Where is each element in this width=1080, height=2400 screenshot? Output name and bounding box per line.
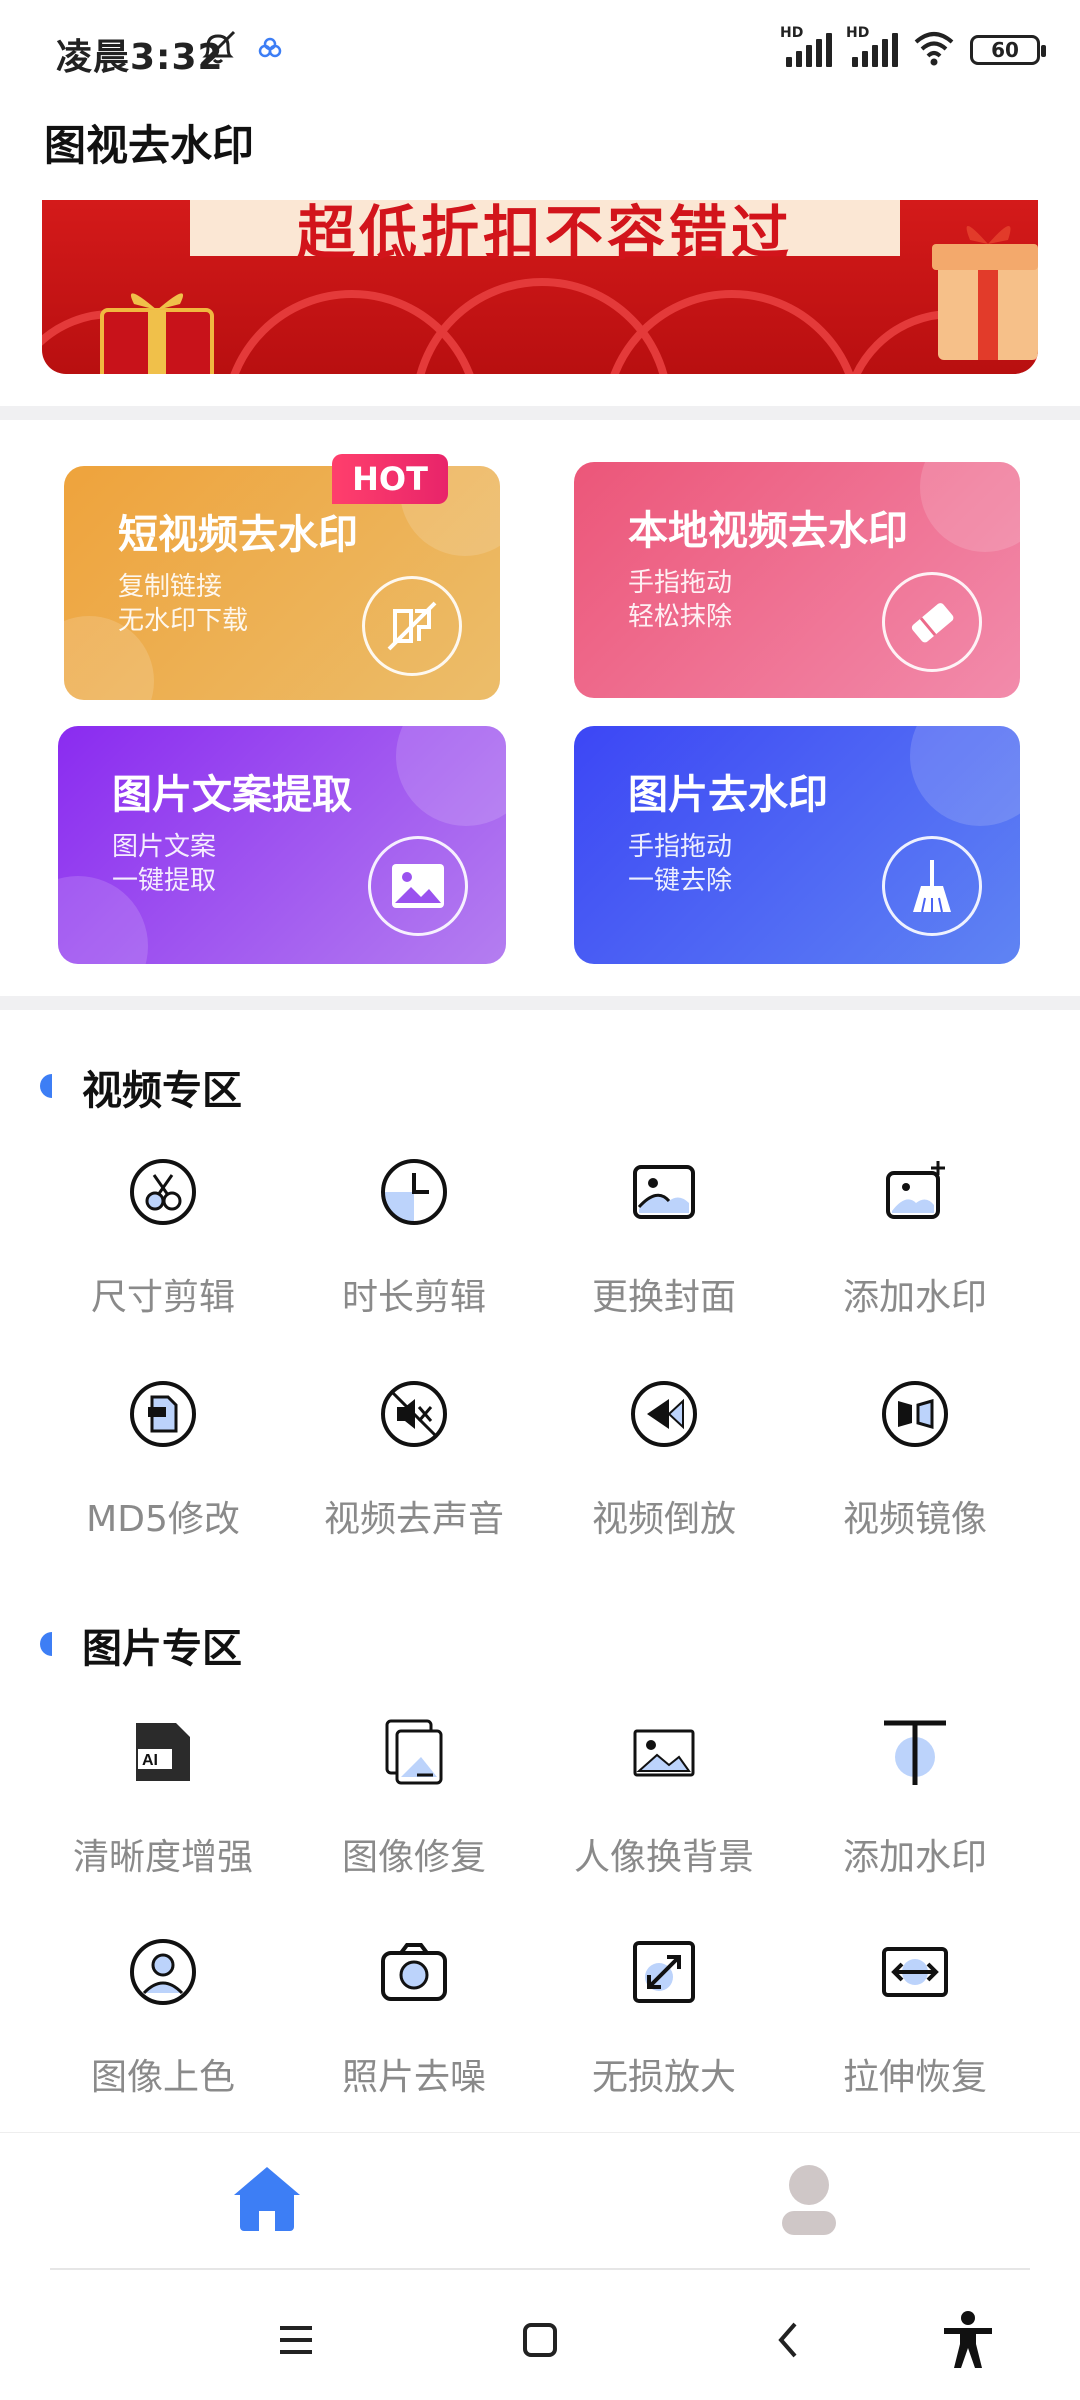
card-desc-line1: 图片文案 (112, 832, 217, 862)
user-icon[interactable] (774, 2163, 844, 2241)
cover-icon (628, 1156, 700, 1228)
gift-right-icon (918, 200, 1038, 374)
card-title: 图片文案提取 (112, 772, 352, 818)
signal-2-icon: HD (846, 25, 898, 67)
tool-duration-edit[interactable]: 时长剪辑 (289, 1156, 539, 1320)
battery-indicator: 60 (970, 35, 1046, 65)
card-desc-line2: 一键提取 (112, 866, 217, 896)
tool-label: MD5修改 (86, 1499, 240, 1540)
text-watermark-icon (879, 1716, 951, 1788)
image-icon (368, 836, 468, 936)
gift-left-icon (82, 270, 232, 374)
mute-icon (378, 1378, 450, 1450)
tool-clarity-enhance[interactable]: AI 清晰度增强 (38, 1716, 288, 1880)
status-bar: 凌晨3:32 HD HD 60 (0, 0, 1080, 100)
card-desc-line2: 一键去除 (628, 866, 733, 896)
system-navigation-bar (0, 2280, 1080, 2400)
tool-add-watermark-image[interactable]: 添加水印 (790, 1716, 1040, 1880)
card-title: 图片去水印 (628, 772, 828, 818)
clock-icon (378, 1156, 450, 1228)
eraser-icon (882, 572, 982, 672)
hot-badge: HOT (332, 454, 448, 504)
wifi-icon (912, 30, 956, 70)
tool-change-cover[interactable]: 更换封面 (539, 1156, 789, 1320)
tool-label: 照片去噪 (341, 2057, 486, 2098)
card-desc-line2: 无水印下载 (118, 606, 249, 636)
promo-banner[interactable]: 超低折扣不容错过 (42, 200, 1038, 374)
colorize-icon (127, 1936, 199, 2008)
menu-icon[interactable] (266, 2310, 326, 2370)
tool-md5-modify[interactable]: MD5修改 (38, 1378, 288, 1542)
stretch-icon (879, 1936, 951, 2008)
tool-label: 无损放大 (591, 2057, 736, 2098)
tool-add-watermark-video[interactable]: 添加水印 (790, 1156, 1040, 1320)
tool-label: 图像上色 (90, 2057, 235, 2098)
tool-label: 视频倒放 (591, 1499, 736, 1540)
card-desc-line1: 手指拖动 (628, 568, 733, 598)
background-icon (628, 1716, 700, 1788)
card-title: 短视频去水印 (118, 512, 358, 558)
banner-text: 超低折扣不容错过 (296, 200, 793, 267)
card-image-text-extract[interactable]: 图片文案提取 图片文案 一键提取 (58, 726, 506, 964)
tool-label: 拉伸恢复 (842, 2057, 987, 2098)
tool-label: 清晰度增强 (72, 1837, 253, 1878)
repair-icon (378, 1716, 450, 1788)
page-title: 图视去水印 (44, 121, 255, 170)
tool-label: 添加水印 (842, 1837, 987, 1878)
ai-icon: AI (127, 1716, 199, 1788)
md5-icon (127, 1378, 199, 1450)
card-image-watermark[interactable]: 图片去水印 手指拖动 一键去除 (574, 726, 1020, 964)
tool-size-edit[interactable]: 尺寸剪辑 (38, 1156, 288, 1320)
tool-label: 时长剪辑 (341, 1277, 486, 1318)
add-image-icon (879, 1156, 951, 1228)
back-icon[interactable] (758, 2310, 818, 2370)
tool-image-colorize[interactable]: 图像上色 (38, 1936, 288, 2100)
card-desc-line2: 轻松抹除 (628, 602, 733, 632)
tool-mirror-video[interactable]: 视频镜像 (790, 1378, 1040, 1542)
broom-icon (882, 836, 982, 936)
svg-text:AI: AI (142, 1752, 158, 1769)
tool-photo-denoise[interactable]: 照片去噪 (289, 1936, 539, 2100)
tool-reverse-video[interactable]: 视频倒放 (539, 1378, 789, 1542)
camera-icon (378, 1936, 450, 2008)
accessibility-icon[interactable] (938, 2310, 998, 2370)
tool-label: 图像修复 (341, 1837, 486, 1878)
tool-lossless-enlarge[interactable]: 无损放大 (539, 1936, 789, 2100)
home-square-icon[interactable] (510, 2310, 570, 2370)
no-watermark-icon (362, 576, 462, 676)
home-icon[interactable] (230, 2161, 304, 2239)
card-desc-line1: 复制链接 (118, 572, 223, 602)
app-screen: 凌晨3:32 HD HD 60 图视去水印 超低折扣不容错过 短视频去水印 复制… (0, 0, 1080, 2400)
tool-portrait-background[interactable]: 人像换背景 (539, 1716, 789, 1880)
cloud-app-icon (256, 36, 284, 64)
mirror-icon (879, 1378, 951, 1450)
tool-label: 尺寸剪辑 (90, 1277, 235, 1318)
card-title: 本地视频去水印 (628, 508, 908, 554)
tool-label: 更换封面 (591, 1277, 736, 1318)
tool-label: 视频去声音 (323, 1499, 504, 1540)
mute-bell-icon (196, 28, 240, 72)
tool-label: 人像换背景 (573, 1837, 754, 1878)
tool-label: 视频镜像 (842, 1499, 987, 1540)
card-desc-line1: 手指拖动 (628, 832, 733, 862)
signal-1-icon: HD (780, 25, 832, 67)
scissors-icon (127, 1156, 199, 1228)
rewind-icon (628, 1378, 700, 1450)
enlarge-icon (628, 1936, 700, 2008)
tool-stretch-restore[interactable]: 拉伸恢复 (790, 1936, 1040, 2100)
tool-remove-audio[interactable]: 视频去声音 (289, 1378, 539, 1542)
section-title-video: 视频专区 (82, 1068, 242, 1114)
bottom-navigation (0, 2132, 1080, 2272)
card-local-video-watermark[interactable]: 本地视频去水印 手指拖动 轻松抹除 (574, 462, 1020, 698)
tool-image-repair[interactable]: 图像修复 (289, 1716, 539, 1880)
tool-label: 添加水印 (842, 1277, 987, 1318)
section-title-image: 图片专区 (82, 1626, 242, 1672)
